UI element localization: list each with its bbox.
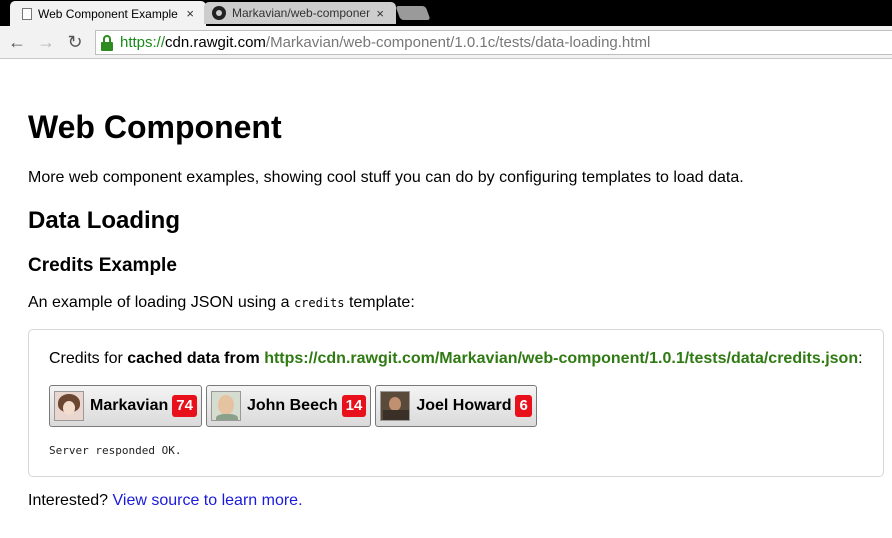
credit-chip-john-beech[interactable]: John Beech 14 bbox=[205, 385, 372, 427]
credits-code: credits bbox=[293, 296, 345, 310]
credits-bold: cached data from bbox=[127, 350, 265, 367]
tab-title: Markavian/web-component bbox=[232, 6, 370, 20]
credit-count-badge: 74 bbox=[172, 395, 197, 417]
url-host: cdn.rawgit.com bbox=[165, 34, 266, 51]
server-status: Server responded OK. bbox=[49, 444, 182, 457]
close-icon[interactable]: × bbox=[186, 6, 194, 21]
example-title: Credits Example bbox=[28, 255, 177, 276]
credit-name: Joel Howard bbox=[416, 397, 512, 414]
avatar bbox=[54, 391, 84, 421]
example-desc-before: An example of loading JSON using a bbox=[28, 294, 294, 311]
tab-strip: Web Component Example × Markavian/web-co… bbox=[0, 0, 892, 26]
view-source-link[interactable]: View source to learn more. bbox=[113, 492, 303, 509]
credit-name: Markavian bbox=[90, 397, 169, 414]
forward-button[interactable]: → bbox=[35, 31, 57, 53]
intro-text: More web component examples, showing coo… bbox=[28, 169, 744, 186]
tab-web-component-example[interactable]: Web Component Example × bbox=[10, 1, 206, 26]
section-title: Data Loading bbox=[28, 207, 181, 234]
avatar bbox=[380, 391, 411, 421]
credits-suffix: : bbox=[858, 350, 863, 367]
address-bar[interactable]: https://cdn.rawgit.com/Markavian/web-com… bbox=[95, 30, 892, 55]
new-tab-button[interactable] bbox=[395, 6, 431, 20]
github-icon bbox=[212, 6, 226, 20]
url-path: /Markavian/web-component/1.0.1c/tests/da… bbox=[265, 34, 651, 51]
footer-prefix: Interested? bbox=[28, 492, 113, 509]
close-icon[interactable]: × bbox=[376, 6, 384, 21]
credit-chip-joel-howard[interactable]: Joel Howard 6 bbox=[375, 385, 537, 427]
avatar bbox=[210, 391, 241, 421]
back-button[interactable]: ← bbox=[6, 31, 28, 53]
credits-source-line: Credits for cached data from https://cdn… bbox=[49, 350, 863, 368]
credit-count-badge: 6 bbox=[515, 395, 532, 417]
credit-count-badge: 14 bbox=[341, 395, 367, 417]
tab-markavian-web-component[interactable]: Markavian/web-component × bbox=[204, 2, 396, 24]
document-icon bbox=[22, 7, 32, 20]
credits-list: Markavian 74 John Beech 14 Joel Howard 6 bbox=[49, 385, 541, 427]
page-title: Web Component bbox=[28, 109, 282, 145]
lock-icon bbox=[100, 34, 114, 51]
credits-prefix: Credits for bbox=[49, 350, 128, 367]
example-desc-after: template: bbox=[344, 294, 415, 311]
example-description: An example of loading JSON using a credi… bbox=[28, 294, 415, 312]
credit-name: John Beech bbox=[246, 397, 338, 414]
url-scheme: https:// bbox=[120, 34, 166, 51]
footer-text: Interested? View source to learn more. bbox=[28, 492, 303, 510]
browser-toolbar: ← → ↻ https://cdn.rawgit.com/Markavian/w… bbox=[0, 26, 892, 59]
credit-chip-markavian[interactable]: Markavian 74 bbox=[49, 385, 202, 427]
tab-title: Web Component Example bbox=[38, 6, 178, 21]
reload-button[interactable]: ↻ bbox=[64, 31, 86, 53]
credits-json-link[interactable]: https://cdn.rawgit.com/Markavian/web-com… bbox=[264, 350, 858, 367]
credits-panel: Credits for cached data from https://cdn… bbox=[28, 329, 884, 477]
